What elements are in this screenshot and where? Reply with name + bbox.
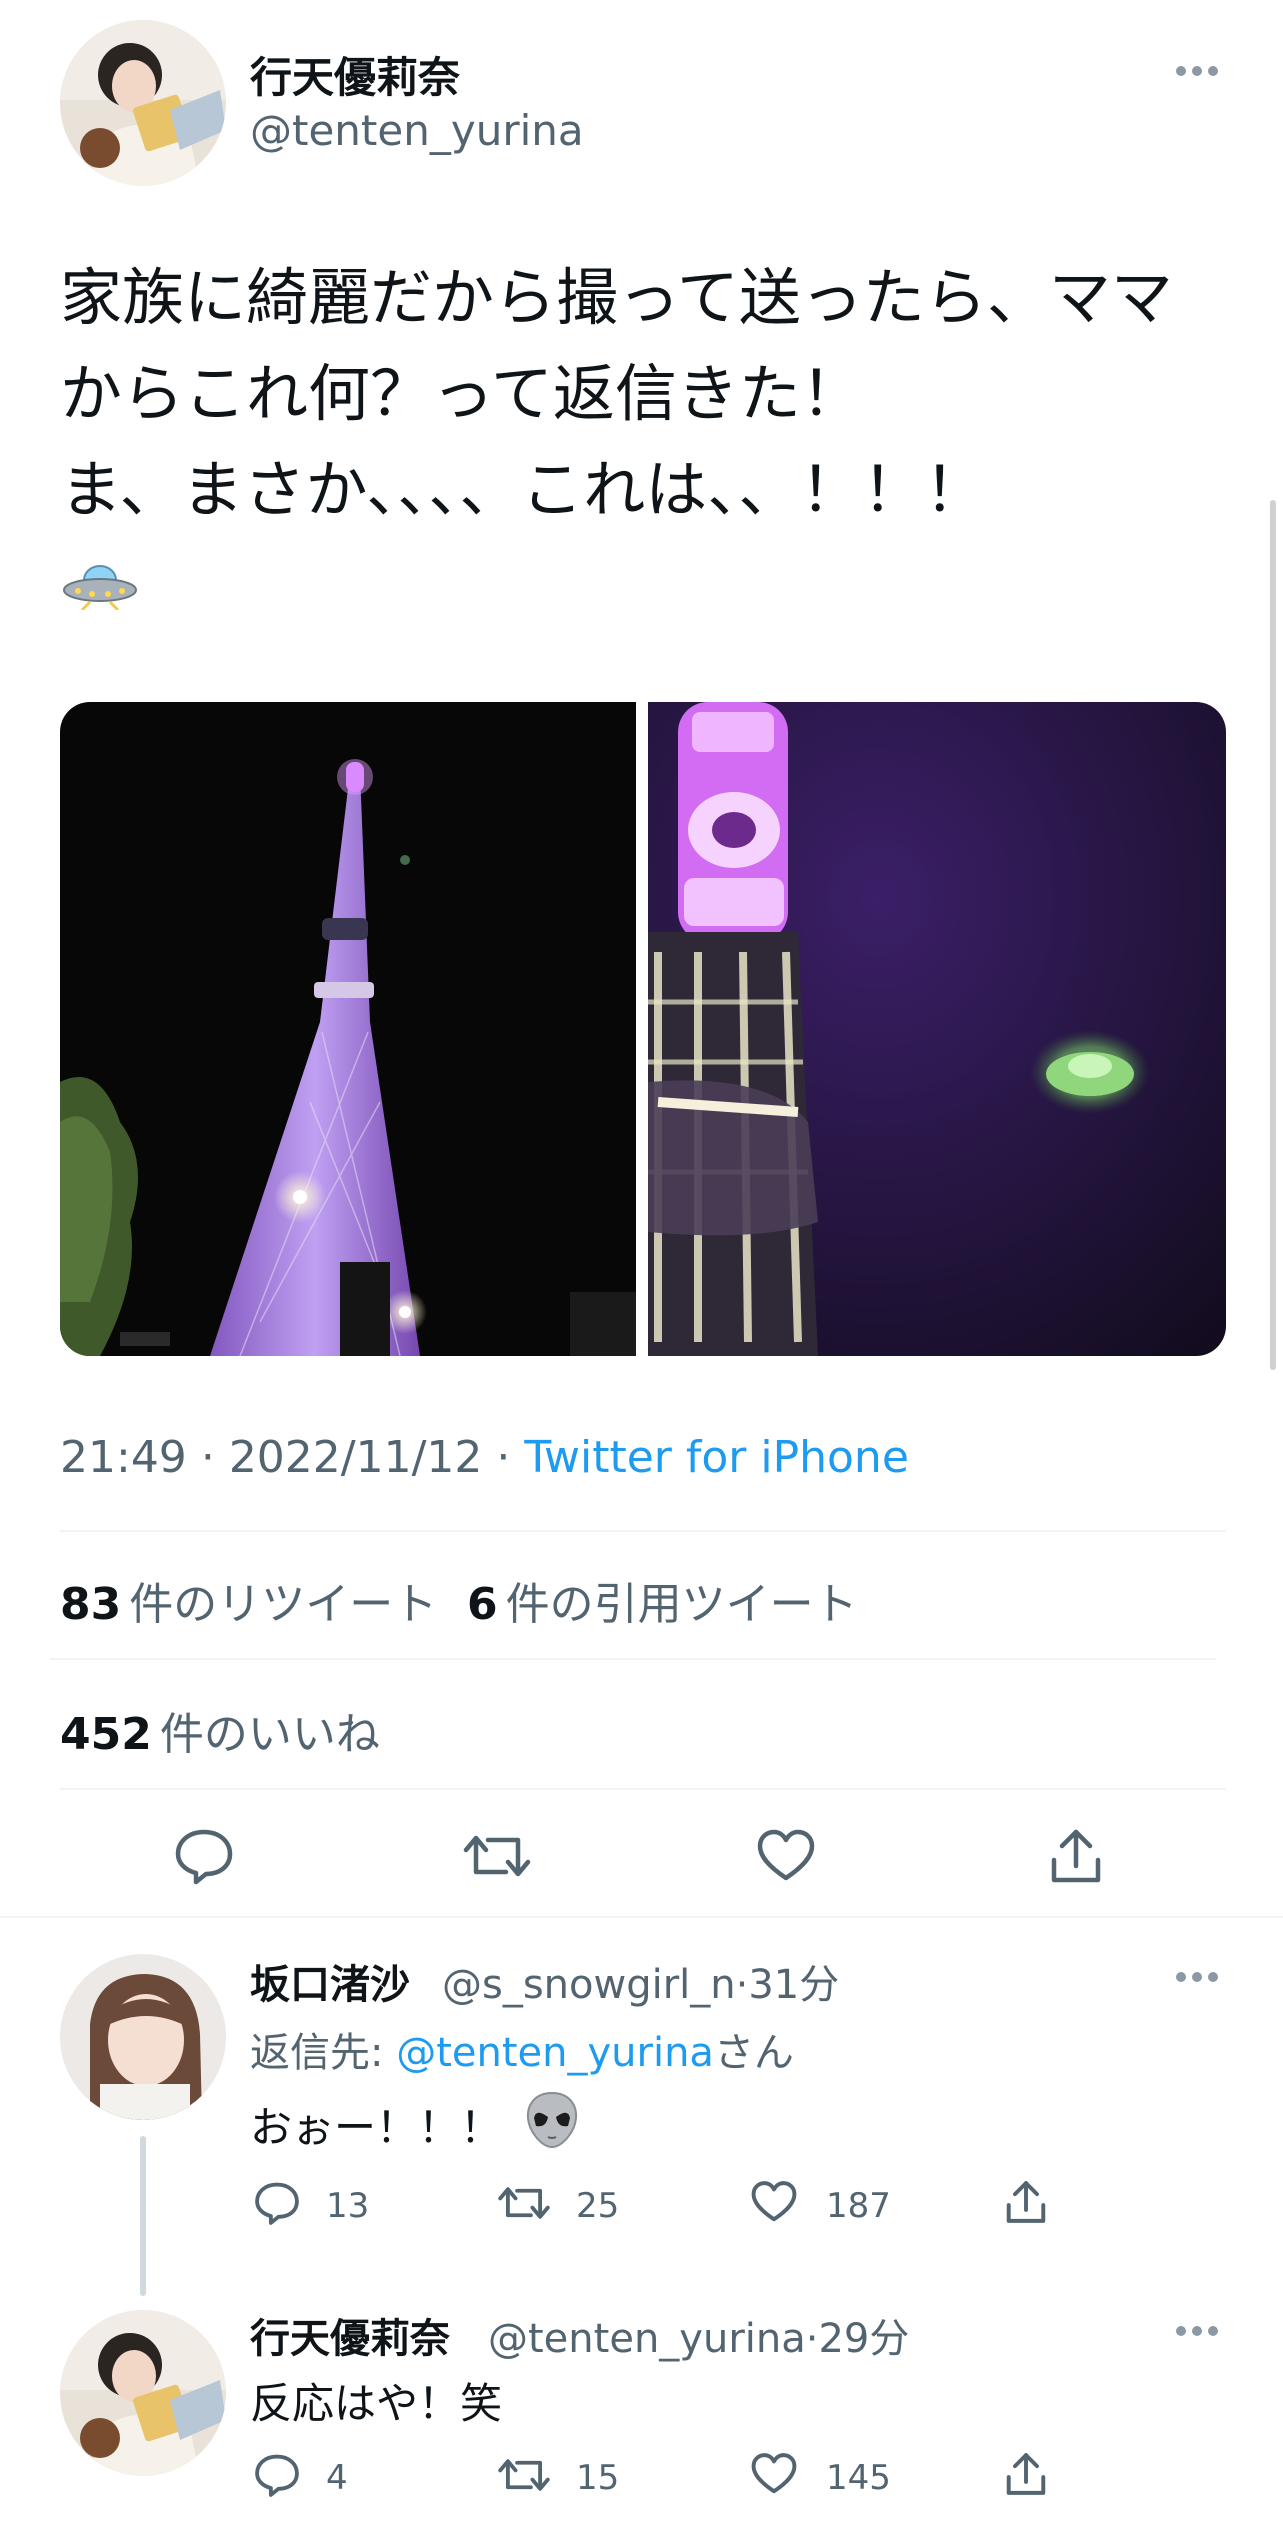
likes-count: 452 [60, 1709, 152, 1760]
share-icon[interactable] [1048, 1826, 1104, 1886]
retweets-stat[interactable]: 83 件のリツイート [60, 1568, 437, 1632]
divider [0, 1916, 1283, 1918]
mention-link[interactable]: @tenten_yurina [396, 2030, 714, 2076]
tweet-time[interactable]: 21:49 [60, 1432, 187, 1483]
reply-author-name[interactable]: 行天優莉奈 [250, 2306, 450, 2364]
like-icon[interactable] [756, 1828, 816, 1884]
like-icon[interactable] [750, 2452, 798, 2496]
tweet-text-line: からこれ何？って返信きた！ [60, 357, 863, 430]
author-name[interactable]: 行天優莉奈 [250, 44, 460, 105]
photo-tower-night[interactable] [60, 702, 636, 1356]
retweet-count: 25 [576, 2186, 620, 2226]
author-avatar[interactable] [60, 20, 226, 186]
retweet-icon[interactable] [496, 2452, 552, 2498]
meta-separator: · [496, 1432, 511, 1483]
tweet-text-line: ま、まさか、、、、これは、、！！！ [60, 453, 987, 526]
tweet-timestamp[interactable]: 21:49 · 2022/11/12 · Twitter for iPhone [60, 1432, 909, 1483]
reply-icon[interactable] [252, 2180, 302, 2226]
retweets-label: 件のリツイート [129, 1579, 438, 1630]
reply-count: 4 [326, 2458, 348, 2498]
author-handle[interactable]: @tenten_yurina [250, 106, 584, 155]
reply-author-name[interactable]: 坂口渚沙 [250, 1952, 410, 2010]
scrollbar[interactable] [1270, 500, 1276, 1370]
likes-stat[interactable]: 452 件のいいね [60, 1698, 380, 1762]
retweet-icon[interactable] [496, 2180, 552, 2226]
reply-author-meta[interactable]: @tenten_yurina·29分 [488, 2306, 909, 2364]
ufo-icon [62, 558, 138, 612]
more-options-icon[interactable] [1172, 2316, 1222, 2346]
photo-tower-ufo-closeup[interactable] [648, 702, 1226, 1356]
meta-separator: · [735, 1962, 749, 2008]
reply-icon[interactable] [252, 2452, 302, 2498]
meta-separator: · [805, 2316, 819, 2362]
divider [50, 1658, 1216, 1660]
retweet-count: 15 [576, 2458, 620, 2498]
reply-text: 反応はや！笑 [250, 2379, 503, 2428]
reply-avatar[interactable] [60, 1954, 226, 2120]
meta-separator: · [200, 1432, 215, 1483]
tweet-source-link[interactable]: Twitter for iPhone [524, 1432, 908, 1483]
retweet-icon[interactable] [462, 1826, 532, 1886]
reply-text: おぉー！！！ [250, 2103, 503, 2152]
alien-icon [524, 2090, 580, 2150]
quotes-label: 件の引用ツイート [505, 1579, 858, 1630]
reply-time[interactable]: 31分 [748, 1962, 839, 2008]
reply-count: 13 [326, 2186, 370, 2226]
like-count: 145 [826, 2458, 891, 2498]
reply-author-handle[interactable]: @s_snowgirl_n [442, 1962, 736, 2008]
reply-icon[interactable] [172, 1826, 236, 1886]
divider [60, 1530, 1226, 1532]
replying-suffix: さん [713, 2030, 794, 2076]
tweet-text-line: 家族に綺麗だから撮って送ったら、ママ [60, 261, 1173, 334]
media-grid [60, 702, 1226, 1356]
reply-author-handle[interactable]: @tenten_yurina [488, 2316, 806, 2362]
reply-time[interactable]: 29分 [818, 2316, 909, 2362]
share-icon[interactable] [1004, 2450, 1048, 2498]
retweets-count: 83 [60, 1579, 122, 1630]
tweet-text: 家族に綺麗だから撮って送ったら、ママ からこれ何？って返信きた！ ま、まさか、、… [60, 250, 1240, 538]
share-icon[interactable] [1004, 2178, 1048, 2226]
reply-avatar[interactable] [60, 2310, 226, 2476]
like-count: 187 [826, 2186, 891, 2226]
more-options-icon[interactable] [1172, 56, 1222, 86]
replying-to: 返信先: @tenten_yurinaさん [250, 2020, 794, 2078]
divider [60, 1788, 1226, 1790]
thread-line [140, 2136, 146, 2296]
reply-author-meta[interactable]: @s_snowgirl_n·31分 [442, 1952, 839, 2010]
replying-label: 返信先: [250, 2030, 384, 2076]
more-options-icon[interactable] [1172, 1962, 1222, 1992]
quotes-count: 6 [467, 1579, 498, 1630]
like-icon[interactable] [750, 2180, 798, 2224]
tweet-date[interactable]: 2022/11/12 [229, 1432, 483, 1483]
likes-label: 件のいいね [159, 1709, 380, 1760]
quotes-stat[interactable]: 6 件の引用ツイート [467, 1568, 858, 1632]
